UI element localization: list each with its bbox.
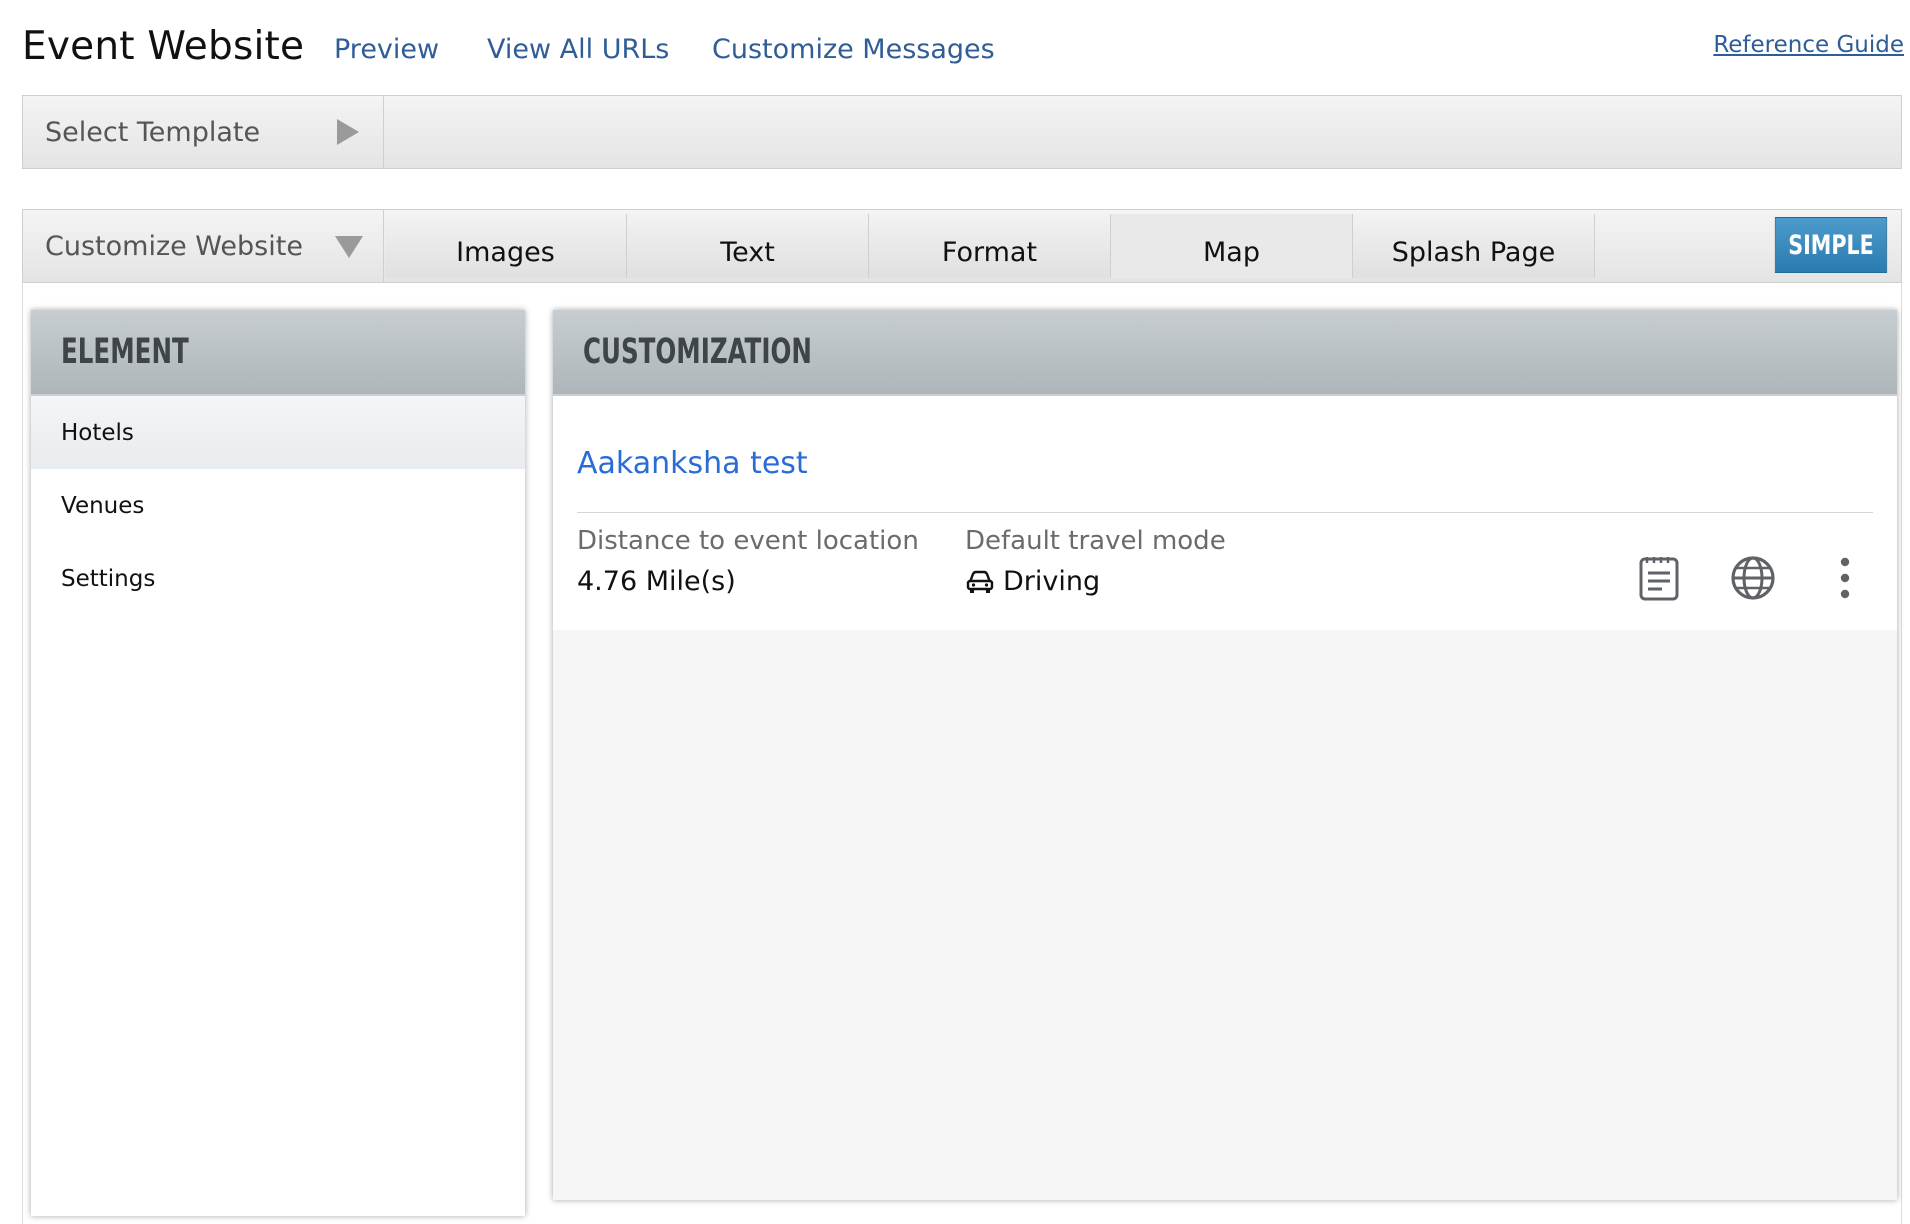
element-panel-header: ELEMENT [31,310,525,396]
select-template-label: Select Template [45,116,261,148]
element-item-hotels[interactable]: Hotels [31,396,525,469]
customize-website-bar: Customize Website Images Text Format Map… [22,209,1902,283]
more-options-button[interactable] [1817,550,1873,606]
tab-images[interactable]: Images [385,214,627,278]
reference-guide-link[interactable]: Reference Guide [1713,32,1904,58]
preview-link[interactable]: Preview [334,34,439,65]
tab-splash-page[interactable]: Splash Page [1353,214,1595,278]
customization-body: Aakanksha test Distance to event locatio… [553,398,1897,1200]
customize-website-toggle[interactable]: Customize Website [23,210,384,282]
car-icon [966,570,994,593]
notes-button[interactable] [1631,550,1687,606]
customize-messages-link[interactable]: Customize Messages [712,34,995,65]
more-vertical-icon [1840,557,1850,599]
tab-map[interactable]: Map [1111,214,1353,278]
triangle-right-icon [337,119,359,145]
customize-website-label: Customize Website [45,230,303,262]
customization-panel: CUSTOMIZATION Aakanksha test Distance to… [553,310,1897,1200]
hotel-card: Aakanksha test Distance to event locatio… [553,398,1897,630]
travel-mode-text: Driving [1003,566,1101,597]
select-template-bar: Select Template [22,95,1902,169]
element-panel: ELEMENT Hotels Venues Settings [31,310,525,1216]
card-divider [577,512,1873,513]
distance-value: 4.76 Mile(s) [577,566,736,597]
notes-icon [1639,557,1679,601]
element-item-settings[interactable]: Settings [31,542,525,615]
distance-label: Distance to event location [577,526,919,556]
element-heading: ELEMENT [61,332,189,372]
hotel-name-link[interactable]: Aakanksha test [577,446,808,481]
travel-mode-value: Driving [965,566,1100,597]
element-item-venues[interactable]: Venues [31,469,525,542]
globe-icon [1731,556,1775,600]
top-bar: Event Website Preview View All URLs Cust… [22,18,1904,78]
page-title: Event Website [22,24,305,69]
select-template-toggle[interactable]: Select Template [23,96,384,168]
triangle-down-icon [335,236,363,258]
customization-panel-header: CUSTOMIZATION [553,310,1897,396]
tab-text[interactable]: Text [627,214,869,278]
customization-heading: CUSTOMIZATION [583,332,812,372]
content-area: ELEMENT Hotels Venues Settings CUSTOMIZA… [22,282,1902,1224]
website-button[interactable] [1725,550,1781,606]
travel-mode-label: Default travel mode [965,526,1226,556]
view-all-urls-link[interactable]: View All URLs [487,34,669,65]
tab-format[interactable]: Format [869,214,1111,278]
simple-mode-button[interactable]: SIMPLE [1774,217,1888,273]
